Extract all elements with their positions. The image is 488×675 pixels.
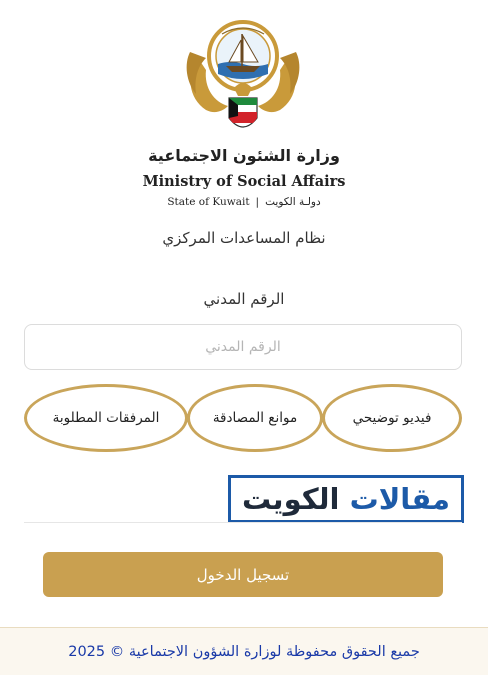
civil-id-label: الرقم المدني xyxy=(203,290,285,308)
divider xyxy=(24,522,462,523)
site-watermark: مقالات الكويت xyxy=(228,475,464,523)
explainer-video-button[interactable]: فيديو توضيحي xyxy=(322,384,462,452)
authentication-obstacles-label: موانع المصادقة xyxy=(212,410,298,426)
authentication-obstacles-button[interactable]: موانع المصادقة xyxy=(187,384,323,452)
watermark-word-1: مقالات xyxy=(349,482,451,516)
civil-id-input[interactable] xyxy=(24,324,462,370)
watermark-word-2: الكويت xyxy=(241,482,340,516)
login-button[interactable]: تسجيل الدخول xyxy=(43,552,443,597)
explainer-video-label: فيديو توضيحي xyxy=(352,410,432,426)
copyright-text: جميع الحقوق محفوظة لوزارة الشؤون الاجتما… xyxy=(68,643,420,660)
state-name-english: State of Kuwait xyxy=(167,196,250,208)
state-line: State of Kuwait | دولـة الكويت xyxy=(0,196,488,208)
state-name-arabic: دولـة الكويت xyxy=(265,196,321,208)
system-title: نظام المساعدات المركزي xyxy=(162,229,326,247)
ministry-name-arabic: وزارة الشئون الاجتماعية xyxy=(148,146,340,165)
ministry-name-english: Ministry of Social Affairs xyxy=(142,173,346,190)
required-attachments-button[interactable]: المرفقات المطلوبة xyxy=(24,384,188,452)
footer: جميع الحقوق محفوظة لوزارة الشؤون الاجتما… xyxy=(0,627,488,675)
required-attachments-label: المرفقات المطلوبة xyxy=(52,410,160,426)
state-separator: | xyxy=(255,196,260,208)
kuwait-emblem-icon xyxy=(184,12,302,138)
